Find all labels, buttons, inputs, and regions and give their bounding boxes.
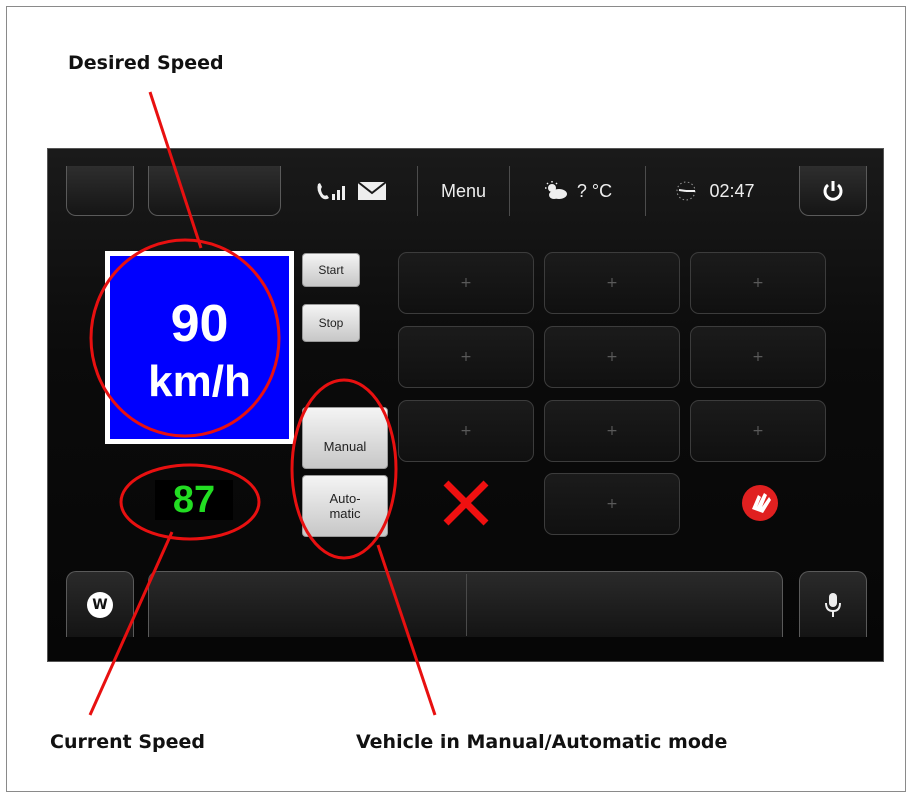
temperature-label: ? °C: [576, 180, 613, 201]
current-speed-value: 87: [172, 479, 216, 521]
favorite-slot[interactable]: +: [544, 400, 680, 462]
infotainment-screen: Menu ? °C 02:47 90 km/h 87 Start Stop Ma…: [47, 148, 884, 662]
desired-speed-callout: Desired Speed: [68, 52, 224, 74]
red-x-icon[interactable]: [438, 477, 494, 529]
mode-callout: Vehicle in Manual/Automatic mode: [356, 731, 728, 753]
plus-icon: +: [752, 423, 764, 439]
favorite-slot[interactable]: +: [690, 400, 826, 462]
favorite-slot[interactable]: +: [398, 400, 534, 462]
plus-icon: +: [606, 349, 618, 365]
manual-button[interactable]: Manual: [302, 407, 388, 469]
top-left-button[interactable]: [66, 166, 134, 216]
favorite-slot[interactable]: +: [690, 326, 826, 388]
power-icon: [822, 180, 844, 202]
microphone-button[interactable]: [799, 571, 867, 637]
phone-message-status[interactable]: [284, 166, 418, 216]
plus-icon: +: [460, 349, 472, 365]
plus-icon: +: [752, 349, 764, 365]
automatic-button[interactable]: Auto- matic: [302, 475, 388, 537]
plus-icon: +: [460, 275, 472, 291]
top-blank-button[interactable]: [148, 166, 281, 216]
stop-label: Stop: [318, 316, 344, 330]
envelope-icon: [356, 180, 387, 202]
plus-icon: +: [606, 496, 618, 512]
time-label: 02:47: [709, 180, 755, 201]
desired-speed-value: 90: [170, 295, 229, 353]
favorite-slot[interactable]: +: [544, 326, 680, 388]
clock-icon: [673, 180, 699, 202]
tomtom-icon[interactable]: [740, 483, 780, 523]
plus-icon: +: [606, 423, 618, 439]
start-button[interactable]: Start: [302, 253, 360, 287]
favorite-slot[interactable]: +: [690, 252, 826, 314]
clock-status[interactable]: 02:47: [646, 166, 782, 216]
automatic-label-line1: Auto-: [329, 491, 361, 506]
menu-button[interactable]: Menu: [418, 166, 510, 216]
favorite-slot[interactable]: +: [398, 252, 534, 314]
microphone-icon: [823, 591, 843, 619]
start-label: Start: [318, 263, 344, 277]
favorite-slot[interactable]: +: [544, 473, 680, 535]
manual-label: Manual: [323, 438, 367, 454]
desired-speed-sign: 90 km/h: [105, 251, 294, 444]
menu-label: Menu: [440, 180, 487, 201]
desired-speed-unit: km/h: [148, 357, 251, 406]
favorite-slot[interactable]: +: [544, 252, 680, 314]
weather-icon: [543, 180, 569, 202]
favorite-slot[interactable]: +: [398, 326, 534, 388]
w-label: W: [92, 596, 108, 613]
automatic-label-line2: matic: [329, 506, 361, 521]
current-speed-callout: Current Speed: [50, 731, 205, 753]
w-button[interactable]: W: [66, 571, 134, 637]
weather-status[interactable]: ? °C: [510, 166, 646, 216]
plus-icon: +: [752, 275, 764, 291]
plus-icon: +: [606, 275, 618, 291]
plus-icon: +: [460, 423, 472, 439]
stop-button[interactable]: Stop: [302, 304, 360, 342]
current-speed-display: 87: [155, 480, 233, 520]
power-button[interactable]: [799, 166, 867, 216]
phone-signal-icon: [315, 180, 349, 202]
bottom-divider: [466, 574, 467, 636]
bottom-bar: [148, 571, 783, 637]
w-icon: W: [87, 591, 113, 618]
